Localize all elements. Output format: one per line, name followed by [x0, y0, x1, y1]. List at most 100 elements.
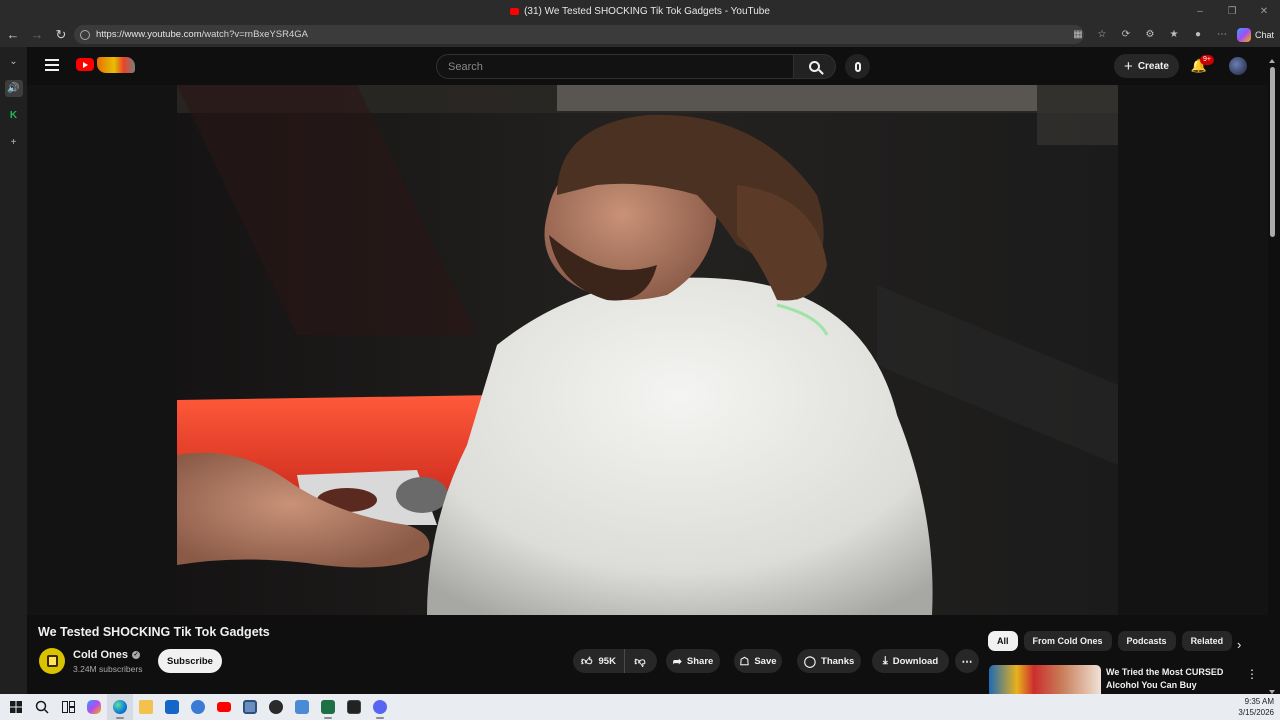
notification-badge: 9+ [1200, 55, 1214, 65]
extensions-icon[interactable]: ⟳ [1117, 26, 1135, 44]
account-avatar[interactable] [1229, 57, 1247, 75]
youtube-app-icon[interactable] [211, 694, 237, 720]
task-view-icon[interactable] [55, 694, 81, 720]
windows-start-icon[interactable] [3, 694, 29, 720]
discord-icon[interactable] [367, 694, 393, 720]
back-icon[interactable]: ← [1, 23, 25, 47]
search-input[interactable]: Search [436, 54, 794, 79]
youtube-favicon-icon [510, 7, 520, 15]
related-filter-chips: All From Cold Ones Podcasts Related [988, 631, 1233, 651]
subscriber-count: 3.24M subscribers [73, 664, 143, 674]
address-bar[interactable]: https://www.youtube.com/watch?v=rnBxeYSR… [74, 25, 1084, 44]
verified-check-icon: ✓ [132, 651, 141, 659]
video-frame[interactable] [177, 85, 1118, 615]
super-thanks-icon: ◯ [803, 655, 817, 668]
more-horizontal-icon: ⋯ [961, 655, 973, 668]
kick-app-icon[interactable]: K [5, 107, 23, 124]
channel-name-link[interactable]: Cold Ones ✓ [73, 649, 141, 661]
snipping-tool-icon[interactable] [237, 694, 263, 720]
guide-menu-icon[interactable] [45, 59, 59, 71]
clock-date: 3/15/2026 [1238, 708, 1274, 717]
thumbs-down-icon: 👎︎ [634, 655, 646, 668]
page-scrollbar[interactable] [1268, 59, 1276, 694]
speaker-icon[interactable]: 🔊 [4, 80, 23, 97]
copilot-app-icon[interactable] [81, 694, 107, 720]
restore-icon[interactable]: ❐ [1216, 0, 1248, 22]
browser-essentials-icon[interactable]: ⚙ [1141, 26, 1159, 44]
voice-search-button[interactable] [845, 54, 870, 79]
terminal-icon[interactable] [341, 694, 367, 720]
window-titlebar: (31) We Tested SHOCKING Tik Tok Gadgets … [0, 0, 1280, 22]
channel-avatar[interactable] [39, 648, 65, 674]
scroll-up-arrow-icon[interactable] [1269, 59, 1275, 63]
chat-label: Chat [1254, 29, 1274, 40]
like-count: 95K [598, 655, 616, 667]
url-host: https://www.youtube.com [96, 29, 202, 40]
settings-app-icon[interactable] [185, 694, 211, 720]
more-actions-button[interactable]: ⋯ [955, 649, 979, 673]
like-button[interactable]: 👍︎ 95K [573, 649, 625, 673]
obs-studio-icon[interactable] [263, 694, 289, 720]
thumbs-up-icon: 👍︎ [581, 655, 593, 668]
refresh-icon[interactable]: ↻ [49, 23, 73, 47]
search-icon [809, 61, 820, 72]
recommended-video-title[interactable]: We Tried the Most CURSED Alcohol You Can… [1106, 666, 1236, 692]
close-icon[interactable]: ✕ [1248, 0, 1280, 22]
chip-related[interactable]: Related [1181, 631, 1233, 651]
more-menu-icon[interactable]: ⋯ [1213, 26, 1231, 44]
excel-icon[interactable] [315, 694, 341, 720]
more-vertical-icon[interactable]: ⋮ [1246, 667, 1258, 681]
youtube-doodle-icon[interactable] [97, 57, 135, 73]
scrollbar-thumb[interactable] [1270, 67, 1275, 237]
microphone-icon [854, 61, 861, 72]
favorites-icon[interactable]: ★ [1165, 26, 1183, 44]
profile-icon[interactable]: ● [1189, 26, 1207, 44]
video-title: We Tested SHOCKING Tik Tok Gadgets [38, 625, 270, 639]
download-icon: ⤓ [882, 654, 888, 667]
save-button[interactable]: ☖ Save [734, 649, 782, 673]
channel-name: Cold Ones [73, 649, 129, 661]
microsoft-store-icon[interactable] [159, 694, 185, 720]
dislike-button[interactable]: 👎︎ [625, 649, 655, 673]
thanks-button[interactable]: ◯ Thanks [797, 649, 861, 673]
copilot-icon [1236, 27, 1251, 42]
window-controls: – ❐ ✕ [1184, 0, 1280, 22]
copilot-chat-button[interactable]: Chat [1236, 27, 1274, 42]
create-button[interactable]: + Create [1114, 54, 1179, 78]
share-label: Share [686, 655, 714, 667]
clock-time: 9:35 AM [1244, 697, 1274, 706]
like-dislike-group: 👍︎ 95K 👎︎ [573, 649, 657, 673]
beer-mug-icon [46, 655, 58, 667]
windows-taskbar: 9:35 AM 3/15/2026 [0, 694, 1280, 720]
thanks-label: Thanks [821, 655, 855, 667]
chevron-right-icon[interactable]: › [1237, 637, 1241, 652]
chip-from-channel[interactable]: From Cold Ones [1023, 631, 1112, 651]
bookmark-icon: ☖ [739, 655, 750, 668]
download-button[interactable]: ⤓ Download [872, 649, 949, 673]
calculator-icon[interactable] [289, 694, 315, 720]
edge-browser-icon[interactable] [107, 694, 133, 720]
youtube-logo[interactable] [76, 58, 94, 71]
subscribe-button[interactable]: Subscribe [158, 649, 222, 673]
minimize-icon[interactable]: – [1184, 0, 1216, 22]
search-icon[interactable] [29, 694, 55, 720]
forward-icon[interactable]: → [25, 23, 49, 47]
share-button[interactable]: ➦ Share [666, 649, 720, 673]
site-info-icon[interactable] [80, 29, 90, 40]
add-app-icon[interactable]: + [5, 134, 23, 151]
file-explorer-icon[interactable] [133, 694, 159, 720]
recommended-video-thumbnail[interactable] [989, 665, 1101, 694]
share-arrow-icon: ➦ [672, 655, 682, 668]
browser-sidebar: ⌄ 🔊 K + [0, 47, 27, 694]
app-available-icon[interactable]: ▦ [1069, 26, 1087, 44]
video-player[interactable] [27, 85, 1268, 615]
chevron-down-icon[interactable]: ⌄ [5, 53, 23, 70]
taskbar-clock[interactable]: 9:35 AM 3/15/2026 [1238, 696, 1274, 718]
plus-icon: + [1124, 57, 1133, 75]
chip-podcasts[interactable]: Podcasts [1117, 631, 1176, 651]
download-label: Download [892, 655, 939, 667]
save-label: Save [754, 655, 777, 667]
chip-all[interactable]: All [988, 631, 1018, 651]
favorite-star-icon[interactable]: ☆ [1093, 26, 1111, 44]
search-button[interactable] [794, 54, 836, 79]
